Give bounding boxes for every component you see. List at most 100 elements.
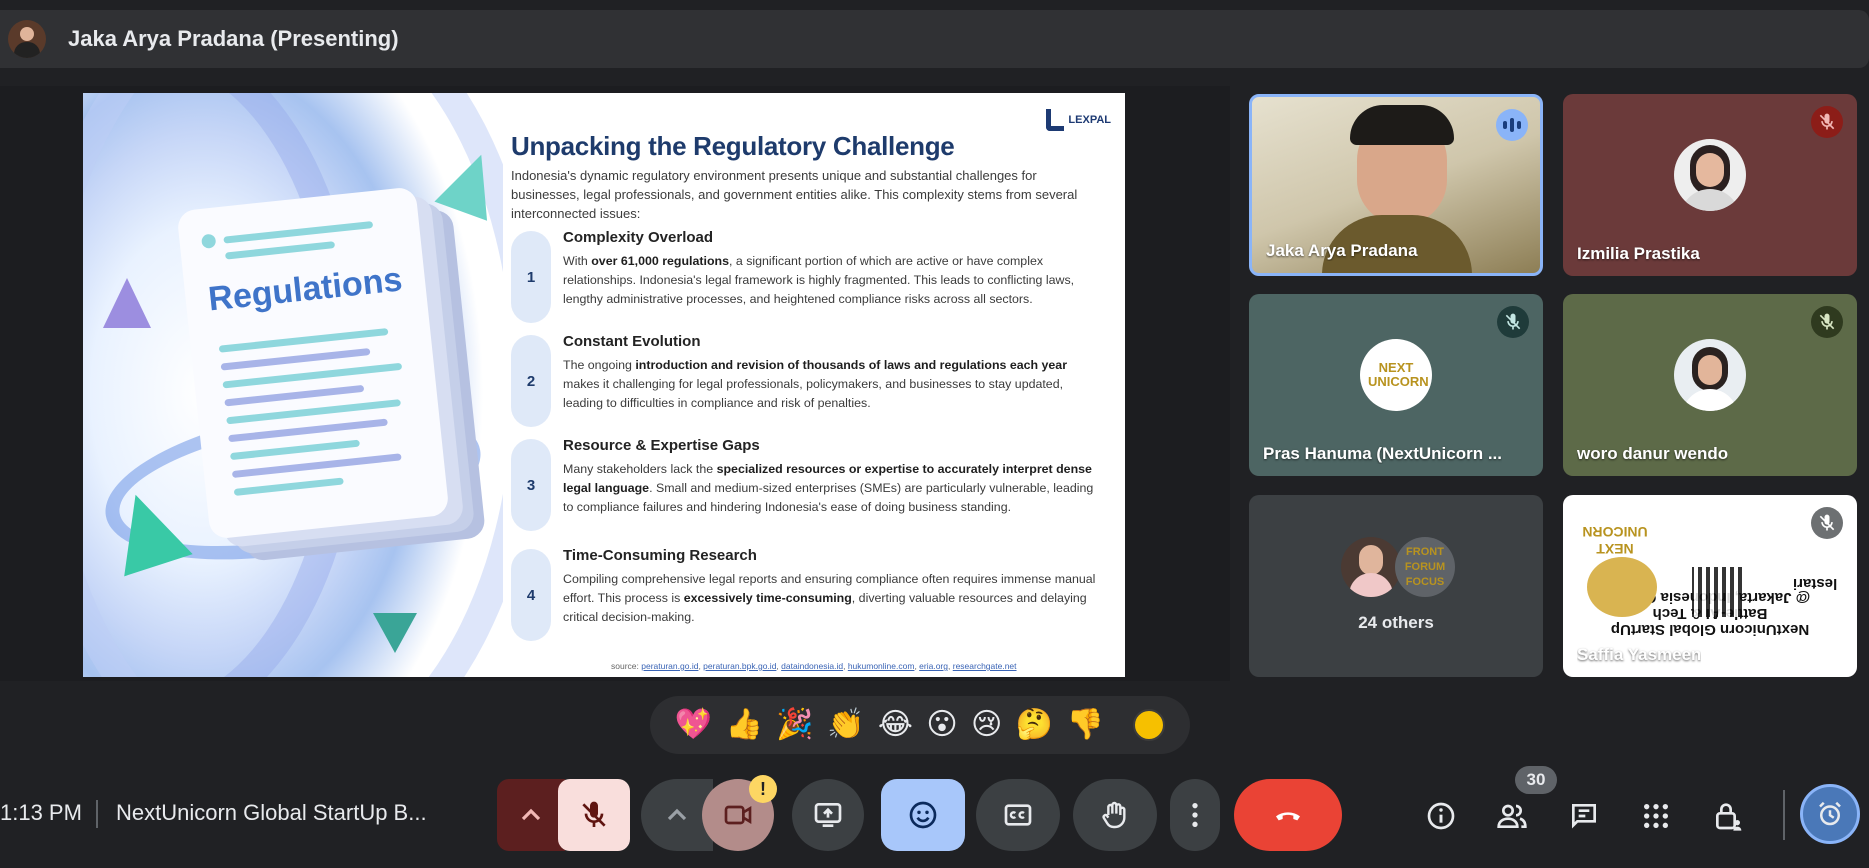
participant-tile-speaking[interactable]: Jaka Arya Pradana (1249, 94, 1543, 276)
qr-code-icon (1692, 567, 1742, 617)
host-controls-button[interactable] (1704, 792, 1752, 840)
avatar (1674, 139, 1746, 211)
source-link[interactable]: dataindonesia.id (781, 661, 843, 671)
gem-shape-bottom (373, 613, 417, 653)
item-heading: Resource & Expertise Gaps (563, 437, 760, 454)
participant-tile[interactable]: Izmilia Prastika (1563, 94, 1857, 276)
slide-sources: source: peraturan.go.id, peraturan.bpk.g… (611, 661, 1017, 671)
reactions-button[interactable] (881, 779, 965, 851)
mic-off-icon (1811, 106, 1843, 138)
front-forum-focus-avatar: FRONT FORUM FOCUS (1395, 537, 1455, 597)
raise-hand-button[interactable] (1073, 779, 1157, 851)
more-vert-icon (1192, 803, 1198, 827)
meet-window: Jaka Arya Pradana (Presenting) Regulatio… (0, 0, 1869, 868)
presentation-slide: Regulations LEXPAL Unpacking the Regulat… (83, 93, 1125, 677)
item-heading: Constant Evolution (563, 333, 701, 350)
reaction-laughing[interactable]: 😂 (878, 710, 913, 740)
nextunicorn-avatar: NEXT UNICORN (1360, 339, 1432, 411)
present-screen-icon (814, 803, 842, 827)
participant-name: Jaka Arya Pradana (1266, 241, 1418, 260)
item-number: 1 (511, 231, 551, 323)
presentation-stage: Regulations LEXPAL Unpacking the Regulat… (0, 86, 1230, 681)
meeting-title[interactable]: NextUnicorn Global StartUp B... (116, 800, 427, 826)
avatar-text: NEXT UNICORN (1368, 360, 1429, 389)
avatar (1674, 339, 1746, 411)
activities-button[interactable] (1632, 792, 1680, 840)
participant-tile[interactable]: NEXT UNICORN Pras Hanuma (NextUnicorn ..… (1249, 294, 1543, 476)
skin-tone-selector[interactable] (1133, 709, 1166, 741)
source-link[interactable]: peraturan.go.id (641, 661, 698, 671)
presenter-title: Jaka Arya Pradana (Presenting) (68, 26, 399, 51)
participant-name: woro danur wendo (1577, 444, 1729, 463)
raise-hand-icon (1102, 801, 1126, 829)
mic-off-icon (1811, 507, 1843, 539)
camera-icon (724, 805, 752, 825)
slide-content: Unpacking the Regulatory Challenge Indon… (511, 131, 1101, 645)
chevron-up-icon (667, 808, 687, 821)
challenge-item-2: 2 Constant Evolution The ongoing introdu… (511, 333, 1101, 431)
participant-tile[interactable]: NextUnicorn Global StartUp Battle-AI & T… (1563, 495, 1857, 677)
avatar (1341, 537, 1401, 597)
reaction-clapping[interactable]: 👏 (827, 710, 864, 740)
challenge-item-3: 3 Resource & Expertise Gaps Many stakeho… (511, 437, 1101, 541)
unicorn-logo-icon (1587, 557, 1657, 617)
captions-button[interactable] (976, 779, 1060, 851)
more-options-button[interactable] (1170, 779, 1220, 851)
mic-off-icon (582, 801, 606, 827)
chevron-up-icon (521, 808, 541, 821)
present-screen-button[interactable] (792, 779, 864, 851)
mic-off-icon (1811, 306, 1843, 338)
participant-name: Izmilia Prastika (1577, 244, 1700, 263)
avatar-text: FRONT FORUM FOCUS (1404, 545, 1446, 588)
info-icon (1427, 802, 1455, 830)
lexpal-logo-icon (1046, 109, 1065, 131)
camera-warning-badge: ! (749, 775, 777, 803)
reaction-thinking[interactable]: 🤔 (1016, 710, 1053, 740)
reaction-surprised[interactable]: 😮 (926, 710, 957, 740)
reactions-bar: 💖 👍 🎉 👏 😂 😮 😢 🤔 👎 (650, 696, 1190, 754)
microphone-toggle-button[interactable] (558, 779, 630, 851)
regulations-document-icon: Regulations (176, 186, 450, 540)
item-body: Compiling comprehensive legal reports an… (563, 572, 1096, 624)
audio-options-button[interactable] (497, 779, 565, 851)
item-body: The ongoing introduction and revision of… (563, 358, 1068, 410)
source-link[interactable]: hukumonline.com (848, 661, 915, 671)
lexpal-logo: LEXPAL (1046, 109, 1111, 131)
reaction-party-popper[interactable]: 🎉 (776, 710, 813, 740)
item-heading: Complexity Overload (563, 229, 714, 246)
chat-icon (1572, 804, 1596, 829)
source-link[interactable]: researchgate.net (953, 661, 1017, 671)
participant-tile[interactable]: woro danur wendo (1563, 294, 1857, 476)
item-body: With over 61,000 regulations, a signific… (563, 254, 1075, 306)
item-body: Many stakeholders lack the specialized r… (563, 462, 1094, 514)
people-button[interactable] (1488, 792, 1536, 840)
challenge-item-1: 1 Complexity Overload With over 61,000 r… (511, 229, 1101, 327)
mic-off-icon (1497, 306, 1529, 338)
participant-count-badge: 30 (1515, 766, 1557, 794)
leave-call-button[interactable] (1234, 779, 1342, 851)
reaction-thumbs-down[interactable]: 👎 (1067, 710, 1104, 740)
slide-title: Unpacking the Regulatory Challenge (511, 131, 955, 161)
source-link[interactable]: eria.org (919, 661, 948, 671)
participant-name: Saffia Yasmeen (1577, 645, 1702, 664)
smiley-icon (909, 801, 937, 829)
chat-button[interactable] (1560, 792, 1608, 840)
gem-shape-left (103, 278, 151, 328)
others-tile[interactable]: FRONT FORUM FOCUS 24 others (1249, 495, 1543, 677)
logo-text: LEXPAL (1068, 114, 1111, 126)
timer-button[interactable] (1800, 784, 1860, 844)
captions-icon (1004, 804, 1032, 826)
clock-time: 1:13 PM (0, 800, 82, 825)
presenter-header: Jaka Arya Pradana (Presenting) (0, 10, 1869, 68)
item-number: 4 (511, 549, 551, 641)
people-icon (1497, 804, 1527, 828)
reaction-crying[interactable]: 😢 (971, 710, 1002, 740)
meeting-details-button[interactable] (1417, 792, 1465, 840)
item-heading: Time-Consuming Research (563, 547, 757, 564)
slide-illustration: Regulations (83, 93, 503, 677)
item-number: 2 (511, 335, 551, 427)
reaction-sparkling-heart[interactable]: 💖 (675, 710, 712, 740)
reaction-thumbs-up[interactable]: 👍 (725, 710, 762, 740)
art-label: Regulations (206, 260, 404, 319)
source-link[interactable]: peraturan.bpk.go.id (703, 661, 776, 671)
